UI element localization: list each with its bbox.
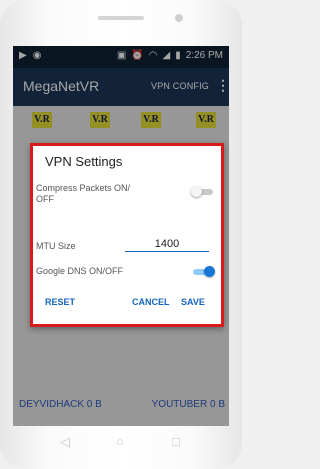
mtu-size-input[interactable] [125, 237, 209, 252]
home-icon[interactable]: ○ [116, 434, 124, 449]
toggle-knob [191, 186, 202, 197]
footer-left-counter: DEYVIDHACK 0 B [19, 399, 102, 410]
front-camera [175, 14, 183, 22]
google-dns-toggle[interactable] [193, 266, 215, 277]
google-dns-label: Google DNS ON/OFF [36, 266, 124, 276]
compress-toggle[interactable] [191, 186, 213, 197]
speaker-grille [98, 16, 144, 20]
vpn-settings-dialog: VPN Settings Compress Packets ON/ OFF MT… [30, 143, 224, 327]
reset-button[interactable]: RESET [45, 297, 75, 307]
back-icon[interactable]: ◁ [60, 434, 70, 450]
compress-label: Compress Packets ON/ OFF [36, 183, 131, 204]
dialog-title: VPN Settings [45, 154, 123, 169]
navigation-bar: ◁ ○ □ [0, 426, 242, 469]
toggle-knob [204, 266, 215, 277]
recents-icon[interactable]: □ [172, 434, 180, 449]
footer-right-counter: YOUTUBER 0 B [151, 399, 225, 410]
cancel-button[interactable]: CANCEL [132, 297, 170, 307]
save-button[interactable]: SAVE [181, 297, 205, 307]
phone-frame: ▶ ◉ ▣ ⏰ ◠ ◢ ▮ 2:26 PM MegaNetVR VPN CONF… [0, 0, 242, 469]
mtu-label: MTU Size [36, 241, 76, 251]
